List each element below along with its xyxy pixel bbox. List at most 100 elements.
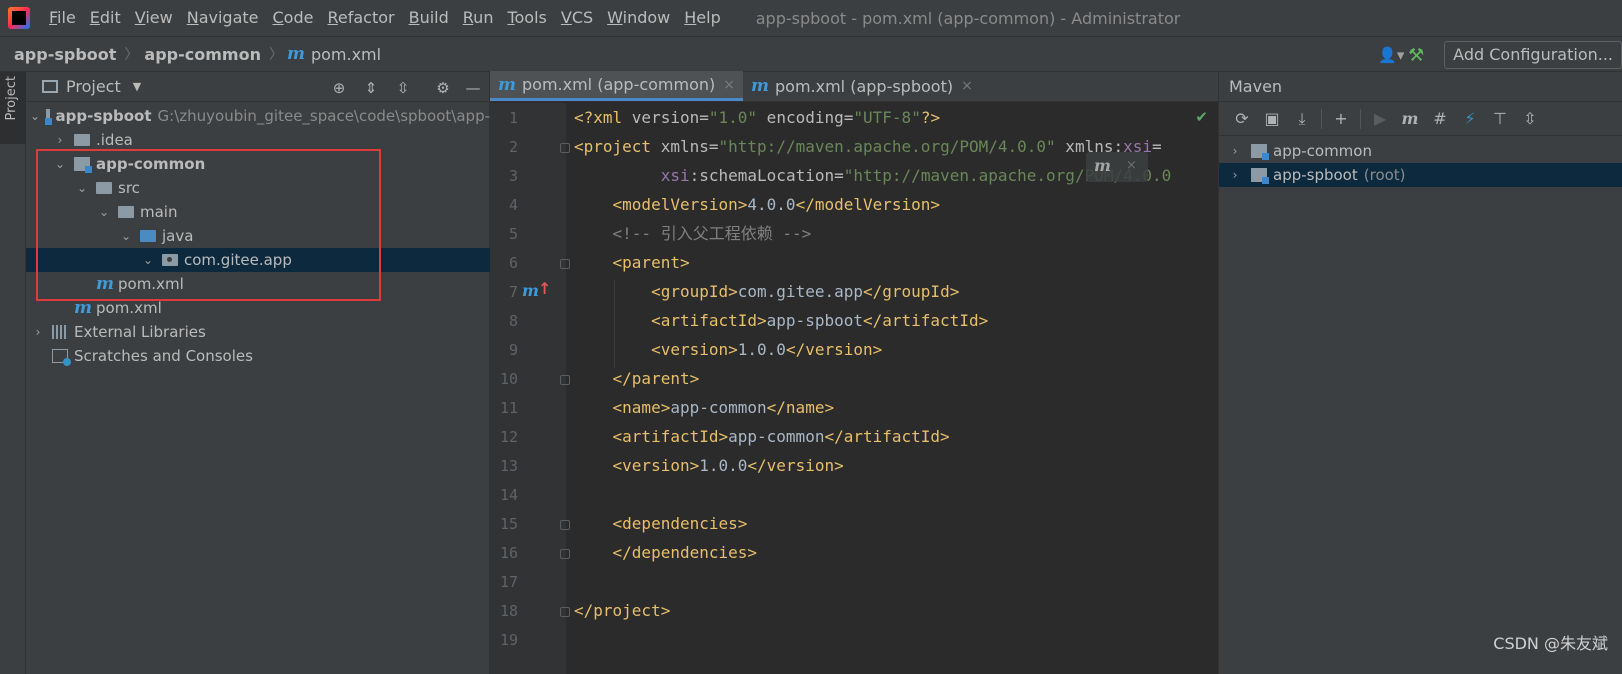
maven-project-app-spboot[interactable]: › app-spboot (root) (1219, 163, 1622, 187)
chevron-right-icon[interactable]: › (30, 325, 46, 339)
editor-gutter: 1 2 3 4 5 6 7 8 9 10 11 12 13 14 15 16 1… (490, 103, 570, 674)
fold-marker-icon[interactable] (560, 520, 570, 530)
fold-marker-icon[interactable] (560, 549, 570, 559)
menu-navigate[interactable]: Navigate (180, 0, 266, 36)
tab-pom-app-common[interactable]: m pom.xml (app-common) × (490, 71, 743, 101)
maven-project-label: app-spboot (1273, 166, 1358, 184)
fold-marker-icon[interactable] (560, 143, 570, 153)
line-number: 6 (508, 254, 518, 272)
inspection-ok-check-icon[interactable]: ✔ (1195, 108, 1208, 126)
run-icon[interactable]: ▶ (1365, 109, 1395, 128)
fold-marker-icon[interactable] (560, 607, 570, 617)
code-line-12: <artifactId>app-common</artifactId> (574, 427, 950, 446)
line-number: 15 (499, 515, 518, 533)
hide-panel-icon[interactable]: — (463, 78, 483, 98)
code-editor: m pom.xml (app-common) × m pom.xml (app-… (490, 71, 1218, 674)
menu-view[interactable]: View (128, 0, 180, 36)
chevron-down-icon[interactable]: ▼ (133, 80, 141, 93)
library-icon (52, 325, 68, 339)
maven-project-label: app-common (1273, 142, 1372, 160)
toolbar-divider (1360, 108, 1361, 129)
line-number: 18 (499, 602, 518, 620)
expand-all-icon[interactable]: ⇕ (361, 78, 381, 98)
close-icon[interactable]: × (1126, 158, 1137, 173)
line-number: 16 (499, 544, 518, 562)
maven-file-icon: m (74, 298, 92, 318)
maven-project-app-common[interactable]: › app-common (1219, 139, 1622, 163)
close-icon[interactable]: × (723, 77, 735, 93)
menu-refactor[interactable]: Refactor (320, 0, 401, 36)
maven-panel: Maven ⟳ ▣ ⤓ + ▶ m # ⚡ ⊤ ⇳ › app-common ›… (1218, 72, 1622, 674)
menu-help[interactable]: Help (677, 0, 727, 36)
chevron-right-icon[interactable]: › (1227, 144, 1243, 158)
code-line-18: </project> (574, 601, 671, 620)
folder-icon (74, 134, 90, 146)
fold-marker-icon[interactable] (560, 375, 570, 385)
menu-run[interactable]: Run (456, 0, 501, 36)
tab-label: pom.xml (app-spboot) (775, 76, 954, 96)
left-tool-strip: Project (0, 72, 26, 674)
highlight-annotation-box (36, 149, 381, 301)
project-view-icon (42, 80, 58, 93)
tree-item-external-libraries[interactable]: › External Libraries (26, 320, 490, 344)
project-tool-window-tab[interactable]: Project (0, 72, 26, 144)
line-number: 8 (508, 312, 518, 330)
collapse-all-icon[interactable]: ⇳ (1515, 109, 1545, 128)
navigate-up-arrow-icon[interactable]: ↑ (538, 279, 551, 298)
close-icon[interactable]: × (961, 78, 973, 94)
menu-window[interactable]: Window (600, 0, 677, 36)
download-icon[interactable]: ⤓ (1287, 109, 1317, 129)
line-number: 17 (499, 573, 518, 591)
collapse-all-icon[interactable]: ⇳ (393, 78, 413, 98)
tree-item-path: G:\zhuyoubin_gitee_space\code\spboot\app… (157, 107, 490, 125)
code-line-11: <name>app-common</name> (574, 398, 835, 417)
fold-marker-icon[interactable] (560, 259, 570, 269)
menu-vcs[interactable]: VCS (554, 0, 600, 36)
maven-parent-icon[interactable]: m (522, 281, 539, 300)
menu-file[interactable]: File (42, 0, 83, 36)
project-panel-title[interactable]: Project (66, 77, 121, 96)
menu-tools[interactable]: Tools (500, 0, 553, 36)
chevron-down-icon[interactable]: ⌄ (30, 109, 40, 123)
chevron-right-icon[interactable]: › (1227, 168, 1243, 182)
tree-item-label: app-spboot (55, 107, 152, 125)
skip-tests-icon[interactable]: ⚡ (1455, 109, 1485, 128)
add-folder-icon[interactable]: ▣ (1257, 109, 1287, 128)
code-line-3: xsi:schemaLocation="http://maven.apache.… (660, 166, 1172, 185)
reload-icon[interactable]: ⟳ (1227, 109, 1257, 128)
menu-code[interactable]: Code (266, 0, 321, 36)
line-number: 7 (508, 283, 518, 301)
breadcrumb-module[interactable]: app-common (138, 45, 261, 64)
menu-build[interactable]: Build (402, 0, 456, 36)
chevron-right-icon[interactable]: › (52, 133, 68, 147)
user-account-icon[interactable]: 👤▾ (1378, 46, 1408, 64)
tree-item-app-spboot[interactable]: ⌄ app-spboot G:\zhuyoubin_gitee_space\co… (26, 104, 490, 128)
build-hammer-icon[interactable]: ⚒ (1408, 45, 1434, 66)
show-dependencies-icon[interactable]: ⊤ (1485, 109, 1515, 128)
code-line-1: <?xml version="1.0" encoding="UTF-8"?> (574, 108, 941, 127)
code-line-7: <groupId>com.gitee.app</groupId> (574, 282, 960, 301)
breadcrumb-file[interactable]: pom.xml (305, 45, 381, 64)
tree-item-scratches[interactable]: Scratches and Consoles (26, 344, 490, 368)
gear-icon[interactable]: ⚙ (433, 78, 453, 98)
tab-pom-app-spboot[interactable]: m pom.xml (app-spboot) × (743, 71, 981, 101)
maven-module-icon (1251, 144, 1269, 160)
locate-target-icon[interactable]: ⊕ (329, 78, 349, 98)
line-number: 5 (508, 225, 518, 243)
toolbar-divider (1321, 108, 1322, 129)
toggle-offline-icon[interactable]: # (1425, 109, 1455, 128)
line-number: 11 (499, 399, 518, 417)
intellij-logo-icon (8, 7, 30, 29)
menu-edit[interactable]: Edit (83, 0, 128, 36)
navigation-bar: app-spboot 〉 app-common 〉 m pom.xml 👤▾ ⚒… (0, 36, 1622, 72)
maven-module-icon (1251, 168, 1269, 184)
add-icon[interactable]: + (1326, 109, 1356, 128)
line-number: 9 (508, 341, 518, 359)
maven-reload-icon[interactable]: m (1094, 156, 1111, 175)
project-panel-header: Project ▼ ⊕ ⇕ ⇳ ⚙ — (26, 72, 489, 102)
root-badge: (root) (1363, 166, 1406, 184)
add-configuration-button[interactable]: Add Configuration... (1444, 41, 1622, 69)
execute-goal-icon[interactable]: m (1395, 109, 1425, 128)
project-tool-label: Project (4, 76, 19, 121)
breadcrumb-project[interactable]: app-spboot (0, 45, 116, 64)
